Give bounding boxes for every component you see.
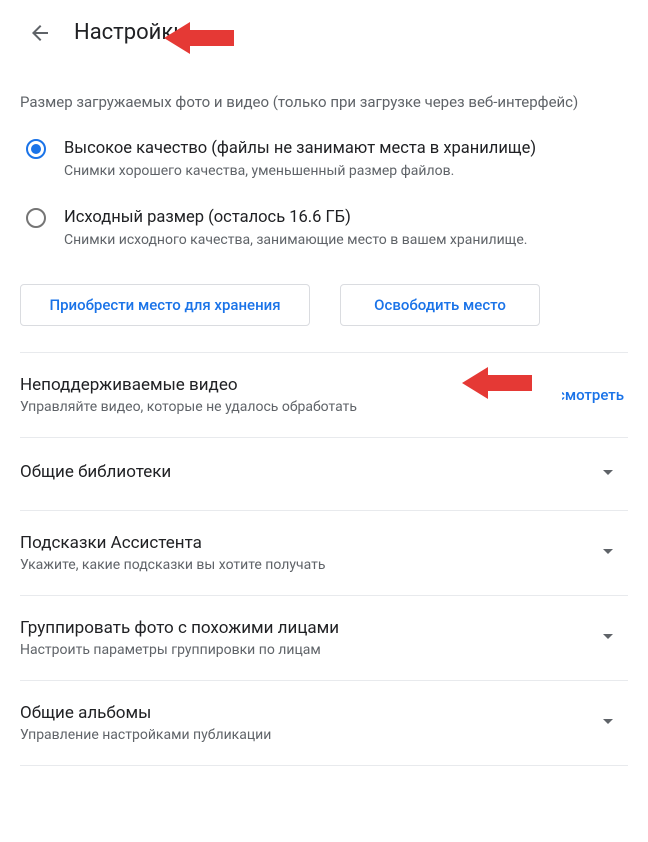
row-group-faces[interactable]: Группировать фото с похожими лицами Наст… bbox=[20, 595, 628, 680]
radio-sublabel: Снимки хорошего качества, уменьшенный ра… bbox=[64, 162, 536, 182]
radio-label: Исходный размер (осталось 16.6 ГБ) bbox=[64, 206, 527, 231]
row-title: Общие библиотеки bbox=[20, 462, 596, 486]
chevron-down-icon bbox=[596, 539, 624, 567]
row-unsupported-videos[interactable]: Неподдерживаемые видео Управляйте видео,… bbox=[20, 352, 628, 437]
radio-original-size[interactable]: Исходный размер (осталось 16.6 ГБ) Снимк… bbox=[20, 196, 628, 265]
row-shared-libraries[interactable]: Общие библиотеки bbox=[20, 437, 628, 510]
page-title: Настройки bbox=[74, 20, 186, 45]
radio-unselected-icon bbox=[26, 208, 46, 228]
radio-sublabel: Снимки исходного качества, занимающие ме… bbox=[64, 231, 527, 251]
upload-size-heading: Размер загружаемых фото и видео (только … bbox=[20, 63, 628, 127]
chevron-down-icon bbox=[596, 624, 624, 652]
row-shared-albums[interactable]: Общие альбомы Управление настройками пуб… bbox=[20, 680, 628, 765]
chevron-down-icon bbox=[596, 460, 624, 488]
free-storage-button[interactable]: Освободить место bbox=[340, 284, 540, 326]
row-assistant-cards[interactable]: Подсказки Ассистента Укажите, какие подс… bbox=[20, 510, 628, 595]
row-title: Общие альбомы bbox=[20, 703, 596, 727]
back-icon[interactable] bbox=[28, 21, 52, 45]
row-sublabel: Укажите, какие подсказки вы хотите получ… bbox=[20, 557, 596, 573]
buy-storage-button[interactable]: Приобрести место для хранения bbox=[20, 284, 310, 326]
row-sublabel: Управление настройками публикации bbox=[20, 727, 596, 743]
row-title: Неподдерживаемые видео bbox=[20, 375, 562, 399]
radio-label: Высокое качество (файлы не занимают мест… bbox=[64, 137, 536, 162]
row-sublabel: Управляйте видео, которые не удалось обр… bbox=[20, 399, 562, 415]
view-link[interactable]: Просмотреть bbox=[562, 386, 624, 404]
upload-radio-group: Высокое качество (файлы не занимают мест… bbox=[20, 127, 628, 282]
row-title: Группировать фото с похожими лицами bbox=[20, 618, 596, 642]
row-sublabel: Настроить параметры группировки по лицам bbox=[20, 642, 596, 658]
radio-high-quality[interactable]: Высокое качество (файлы не занимают мест… bbox=[20, 127, 628, 196]
chevron-down-icon bbox=[596, 709, 624, 737]
radio-selected-icon bbox=[26, 139, 46, 159]
row-title: Подсказки Ассистента bbox=[20, 533, 596, 557]
